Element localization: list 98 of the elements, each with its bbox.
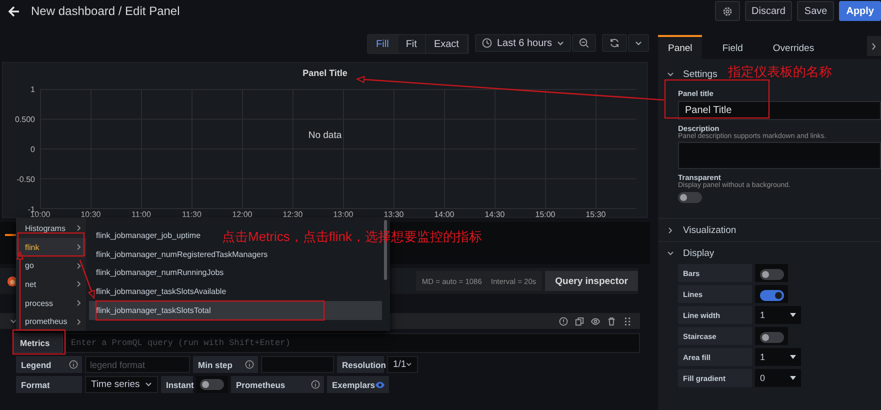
clock-icon [482, 38, 492, 48]
axis-label: 1 [30, 85, 35, 95]
trash-icon[interactable] [607, 316, 616, 326]
axis-label: 10:30 [80, 210, 102, 219]
metric-item[interactable]: flink_jobmanager_numRunningJobs [89, 264, 230, 282]
axis-label: 11:30 [181, 210, 202, 219]
time-range-picker[interactable]: Last 6 hours [474, 34, 571, 52]
option-label: Min step [193, 356, 258, 373]
option-label: Format [16, 376, 82, 393]
axis-label: 15:30 [584, 210, 607, 219]
highlight-frame [12, 329, 66, 355]
info-icon [69, 360, 78, 369]
toggle-switch[interactable] [678, 192, 702, 203]
metric-item[interactable]: flink_jobmanager_job_uptime [89, 226, 207, 245]
options-tab[interactable]: Panel [658, 35, 702, 59]
save-button[interactable]: Save [797, 1, 834, 21]
chevron-icon[interactable] [667, 226, 674, 234]
toggle-switch[interactable] [760, 269, 784, 280]
refresh-icon [609, 38, 620, 48]
no-data-message: No data [308, 130, 342, 141]
metric-item[interactable]: flink_jobmanager_numRegisteredTaskManagers [89, 244, 274, 264]
chevron-icon [77, 300, 81, 306]
drag-handle-icon[interactable] [623, 316, 632, 326]
gear-icon [722, 6, 733, 16]
chevron-icon[interactable] [10, 318, 17, 324]
axis-label: 15:00 [534, 210, 556, 219]
axis-label: 10:00 [30, 210, 52, 219]
axis-label: 12:30 [282, 210, 304, 219]
view-mode-tab[interactable]: Exact [426, 35, 468, 53]
menu-item[interactable]: flink [16, 238, 86, 256]
discard-button[interactable]: Discard [744, 1, 792, 21]
panel-title: Panel Title [302, 68, 348, 78]
annotation-arrow [79, 260, 95, 300]
axis-label: 12:00 [231, 210, 254, 219]
chevron-icon [77, 281, 81, 288]
input-field[interactable]: legend format [85, 356, 190, 373]
chevron-icon[interactable] [667, 70, 674, 78]
axis-label: 11:00 [130, 210, 152, 219]
copy-icon[interactable] [575, 316, 584, 326]
chevron-icon [872, 42, 876, 50]
menu-item[interactable]: prometheus [16, 312, 86, 332]
menu-item[interactable]: Histograms [16, 219, 86, 238]
chevron-icon [77, 225, 81, 232]
highlight-frame [17, 232, 85, 257]
option-label: Prometheus [231, 376, 324, 393]
select-field[interactable]: Time series [85, 376, 158, 393]
section-title[interactable]: Visualization [683, 224, 736, 236]
option-label: Instant [161, 376, 193, 393]
option-label: Legend [16, 356, 82, 373]
options-tab[interactable]: Overrides [762, 35, 824, 59]
view-mode-tab[interactable]: Fit [398, 35, 426, 53]
exemplars-toggle[interactable]: Exemplars [327, 376, 389, 393]
annotation-text: 点击Metrics，点击flink，选择想要监控的指标 [222, 229, 482, 244]
refresh-button[interactable] [602, 34, 627, 52]
chevron-icon[interactable] [667, 250, 674, 256]
info-icon [311, 380, 320, 389]
select-field[interactable]: 1/1 [387, 356, 418, 373]
select-field[interactable]: 1 [755, 348, 801, 366]
zoom-out-icon [579, 38, 589, 48]
axis-label: 14:30 [484, 210, 506, 219]
apply-button[interactable]: Apply [839, 1, 881, 21]
axis-label: 0 [30, 145, 35, 155]
view-mode-tab[interactable]: Fill [368, 35, 398, 53]
metric-item[interactable]: flink_jobmanager_taskSlotsTotal [89, 301, 382, 320]
metric-item[interactable]: flink_jobmanager_taskSlotsAvailable [89, 282, 232, 302]
section-title[interactable]: Display [683, 248, 714, 258]
menu-item[interactable]: go [16, 256, 86, 276]
chevron-icon [77, 244, 81, 250]
toggle-switch[interactable] [200, 379, 224, 390]
axis-label: -0.50 [16, 175, 35, 185]
query-inspector-button[interactable]: Query inspector [545, 271, 638, 291]
back-icon[interactable] [8, 6, 20, 16]
page-title: New dashboard / Edit Panel [31, 4, 180, 18]
text-input[interactable]: Panel Title [678, 101, 881, 120]
select-field[interactable]: 1 [755, 306, 801, 324]
chevron-icon [77, 318, 81, 325]
axis-label: 13:00 [332, 210, 354, 219]
chevron-icon [77, 262, 81, 269]
toggle-switch[interactable] [760, 290, 784, 301]
input-field[interactable] [261, 356, 334, 373]
zoom-out-button[interactable] [572, 34, 596, 52]
section-title[interactable]: Settings [683, 68, 718, 80]
settings-button[interactable] [714, 1, 740, 21]
select-field[interactable]: 0 [755, 369, 801, 387]
annotation-text: 指定仪表板的名称 [728, 64, 832, 79]
menu-item[interactable]: process [16, 294, 86, 312]
query-input[interactable]: Enter a PromQL query (run with Shift+Enter) [65, 333, 640, 353]
options-tab[interactable]: Field [712, 35, 753, 59]
collapse-button[interactable] [867, 36, 881, 56]
axis-label: 13:30 [382, 210, 405, 219]
axis-label: 0.500 [14, 115, 35, 125]
option-label: Resolution [337, 356, 384, 373]
toggle-switch[interactable] [760, 332, 784, 343]
info-icon [245, 360, 254, 369]
menu-item[interactable]: net [16, 275, 86, 294]
eye-icon[interactable] [591, 316, 600, 326]
metrics-button[interactable]: Metrics [13, 333, 63, 353]
axis-label: 14:00 [433, 210, 456, 219]
